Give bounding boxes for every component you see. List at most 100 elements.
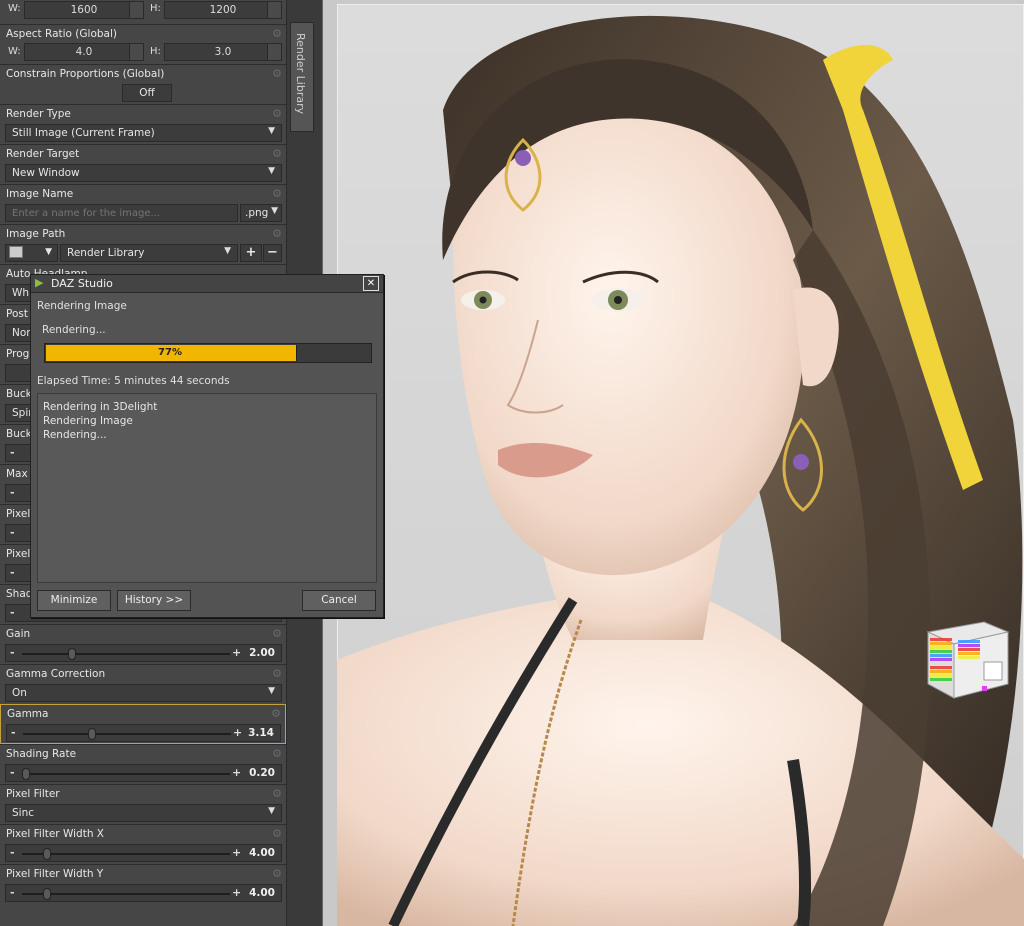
- add-path-button[interactable]: +: [240, 244, 262, 262]
- pixel-samples-y-label: Pixel: [6, 548, 31, 560]
- remove-path-button[interactable]: −: [263, 244, 282, 262]
- slider-track[interactable]: [22, 768, 230, 780]
- pixel-filter-width-x-slider[interactable]: - + 4.00: [5, 844, 282, 862]
- slider-handle[interactable]: [22, 768, 31, 780]
- gear-icon[interactable]: ⚙: [272, 67, 282, 80]
- history-button[interactable]: History >>: [117, 590, 191, 611]
- height-spinbox[interactable]: 1200: [164, 1, 282, 19]
- render-library-tab-label: Render Library: [294, 33, 307, 115]
- aspect-h-spinbox[interactable]: 3.0: [164, 43, 282, 61]
- pixel-filter-select[interactable]: Sinc ▼: [5, 804, 282, 822]
- aspect-h-stepper[interactable]: [267, 44, 281, 60]
- progress-percent-label: 77%: [158, 347, 182, 358]
- gear-icon[interactable]: ⚙: [272, 147, 282, 160]
- constrain-toggle-button[interactable]: Off: [122, 84, 172, 102]
- gear-icon[interactable]: ⚙: [272, 747, 282, 760]
- aspect-w-stepper[interactable]: [129, 44, 143, 60]
- dialog-header: Rendering Image: [37, 300, 127, 312]
- gear-icon[interactable]: ⚙: [272, 867, 282, 880]
- decrement-button[interactable]: -: [10, 846, 15, 859]
- gain-slider[interactable]: - + 2.00: [5, 644, 282, 662]
- slider-handle[interactable]: [87, 728, 96, 740]
- decrement-button[interactable]: -: [10, 886, 15, 899]
- slider-track[interactable]: [22, 648, 230, 660]
- minimize-button[interactable]: Minimize: [37, 590, 111, 611]
- decrement-button[interactable]: -: [10, 446, 15, 459]
- rendering-progress-dialog: ▶ DAZ Studio ✕ Rendering Image Rendering…: [30, 274, 384, 618]
- gear-icon[interactable]: ⚙: [272, 787, 282, 800]
- cancel-button[interactable]: Cancel: [302, 590, 376, 611]
- slider-track[interactable]: [22, 888, 230, 900]
- log-line: Rendering in 3Delight: [43, 401, 158, 413]
- close-icon[interactable]: ✕: [363, 276, 379, 291]
- gear-icon[interactable]: ⚙: [272, 107, 282, 120]
- gain-property: Gain ⚙ - + 2.00: [0, 624, 286, 664]
- image-path-select[interactable]: Render Library ▼: [60, 244, 238, 262]
- pixel-filter-width-y-property: Pixel Filter Width Y ⚙ - + 4.00: [0, 864, 286, 904]
- dialog-title-bar[interactable]: ▶ DAZ Studio ✕: [31, 275, 383, 293]
- slider-handle[interactable]: [67, 648, 76, 660]
- gain-label: Gain: [6, 628, 31, 640]
- pixel-filter-label: Pixel Filter: [6, 788, 60, 800]
- gear-icon[interactable]: ⚙: [271, 707, 281, 720]
- render-target-label: Render Target: [6, 148, 80, 160]
- dropdown-arrow-icon: ▼: [268, 806, 275, 816]
- gear-icon[interactable]: ⚙: [272, 187, 282, 200]
- image-extension-select[interactable]: .png ▼: [240, 204, 282, 222]
- decrement-button[interactable]: -: [11, 726, 16, 739]
- decrement-button[interactable]: -: [10, 766, 15, 779]
- render-type-select[interactable]: Still Image (Current Frame) ▼: [5, 124, 282, 142]
- gear-icon[interactable]: ⚙: [272, 827, 282, 840]
- image-path-property: Image Path ⚙ ▼ Render Library ▼ + −: [0, 224, 286, 264]
- increment-button[interactable]: +: [232, 646, 241, 659]
- gear-icon[interactable]: ⚙: [272, 667, 282, 680]
- gear-icon[interactable]: ⚙: [272, 27, 282, 40]
- height-stepper[interactable]: [267, 2, 281, 18]
- slider-track[interactable]: [23, 728, 231, 740]
- decrement-button[interactable]: -: [10, 646, 15, 659]
- shading-rate-slider[interactable]: - + 0.20: [5, 764, 282, 782]
- gamma-correction-select[interactable]: On ▼: [5, 684, 282, 702]
- aspect-w-spinbox[interactable]: 4.0: [24, 43, 144, 61]
- post-process-label: Post: [6, 308, 28, 320]
- width-spinbox[interactable]: 1600: [24, 1, 144, 19]
- render-log: Rendering in 3Delight Rendering Image Re…: [37, 393, 377, 583]
- pixel-filter-width-x-value: 4.00: [249, 847, 275, 859]
- dropdown-arrow-icon: ▼: [268, 166, 275, 176]
- image-extension-value: .png: [245, 207, 269, 219]
- image-path-folder-button[interactable]: ▼: [5, 244, 58, 262]
- log-line: Rendering Image: [43, 415, 133, 427]
- aspect-h-value: 3.0: [214, 46, 232, 58]
- aspect-w-value: 4.0: [75, 46, 93, 58]
- view-cube-icon[interactable]: [924, 618, 1010, 700]
- increment-button[interactable]: +: [232, 886, 241, 899]
- render-target-select[interactable]: New Window ▼: [5, 164, 282, 182]
- aspect-h-label: H:: [150, 46, 161, 57]
- increment-button[interactable]: +: [232, 766, 241, 779]
- gear-icon[interactable]: ⚙: [272, 627, 282, 640]
- gamma-property: Gamma ⚙ - + 3.14: [0, 704, 286, 744]
- height-value: 1200: [209, 4, 237, 16]
- increment-button[interactable]: +: [232, 846, 241, 859]
- gamma-slider[interactable]: - + 3.14: [6, 724, 281, 742]
- render-type-label: Render Type: [6, 108, 71, 120]
- render-library-tab[interactable]: Render Library: [290, 22, 314, 132]
- render-type-value: Still Image (Current Frame): [12, 127, 155, 139]
- decrement-button[interactable]: -: [10, 486, 15, 499]
- decrement-button[interactable]: -: [10, 526, 15, 539]
- image-name-input[interactable]: [5, 204, 238, 222]
- pixel-filter-width-y-slider[interactable]: - + 4.00: [5, 884, 282, 902]
- gear-icon[interactable]: ⚙: [272, 227, 282, 240]
- pixel-dimensions-row: W: 1600 H: 1200: [0, 0, 286, 20]
- decrement-button[interactable]: -: [10, 566, 15, 579]
- slider-track[interactable]: [22, 848, 230, 860]
- slider-handle[interactable]: [42, 888, 51, 900]
- decrement-button[interactable]: -: [10, 606, 15, 619]
- slider-handle[interactable]: [42, 848, 51, 860]
- render-viewport[interactable]: [322, 0, 1024, 926]
- progressive-label: Prog: [6, 348, 30, 360]
- width-stepper[interactable]: [129, 2, 143, 18]
- pixel-filter-width-x-label: Pixel Filter Width X: [6, 828, 105, 840]
- gamma-correction-property: Gamma Correction ⚙ On ▼: [0, 664, 286, 704]
- increment-button[interactable]: +: [233, 726, 242, 739]
